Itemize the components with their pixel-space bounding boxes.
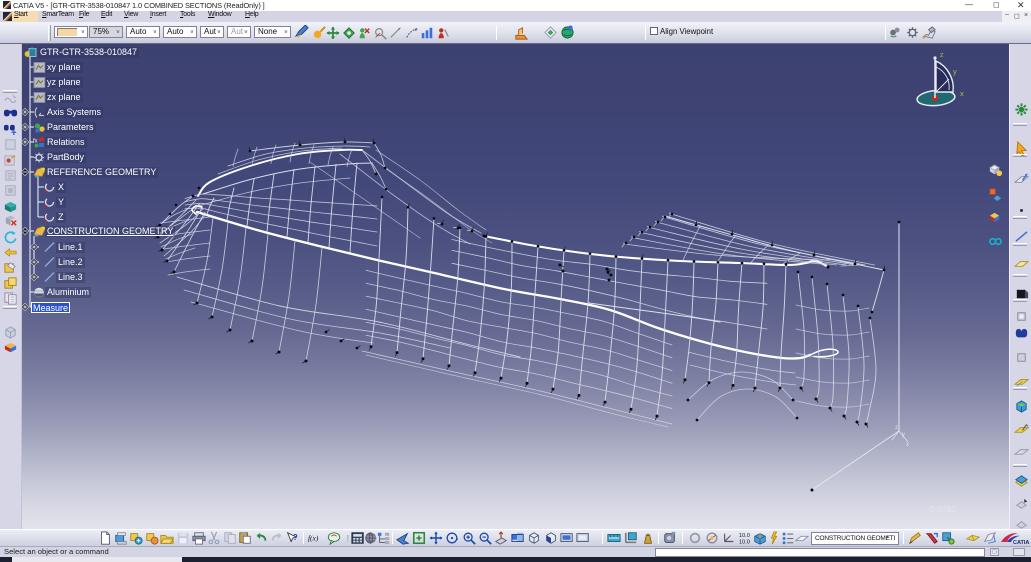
svg-text:?: ? bbox=[293, 533, 298, 542]
svg-text:10.0: 10.0 bbox=[739, 533, 750, 539]
svg-text:10.0: 10.0 bbox=[739, 539, 750, 545]
svg-text:f(x): f(x) bbox=[308, 534, 319, 543]
svg-text:!: ! bbox=[346, 534, 349, 544]
